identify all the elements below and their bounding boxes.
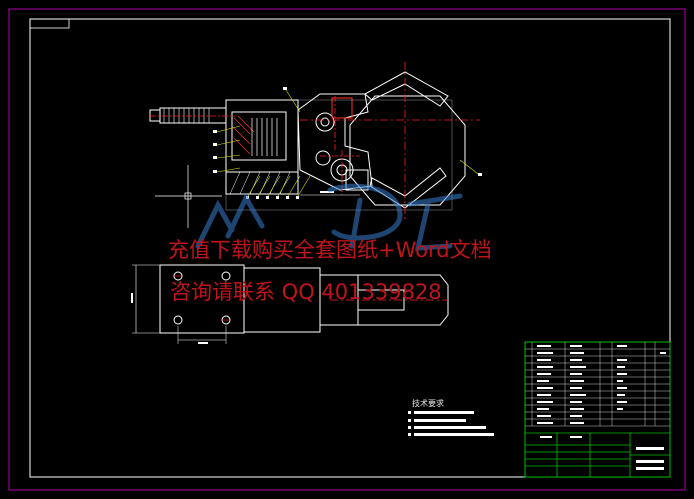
rack-rod bbox=[159, 107, 227, 124]
tech-requirements-title: 技术要求 bbox=[412, 399, 444, 408]
upper-finger bbox=[364, 71, 449, 107]
parts-list-grid bbox=[525, 342, 670, 427]
title-block-grid bbox=[525, 432, 670, 477]
tech-requirements-lines bbox=[408, 411, 494, 436]
pivot-upper bbox=[315, 112, 335, 132]
base-block bbox=[225, 171, 299, 195]
cylinder-body bbox=[231, 111, 287, 161]
cylinder-hatch bbox=[233, 115, 255, 155]
rack-teeth bbox=[163, 108, 210, 123]
rod-end bbox=[149, 109, 161, 122]
watermark-line-1: 充值下载购买全套图纸+Word文档 bbox=[168, 238, 492, 262]
main-assembly-view bbox=[149, 71, 466, 211]
spring-coils bbox=[251, 118, 278, 156]
watermark-line-2: 咨询请联系 QQ 401339828 bbox=[170, 280, 442, 304]
title-block-text bbox=[537, 345, 666, 470]
